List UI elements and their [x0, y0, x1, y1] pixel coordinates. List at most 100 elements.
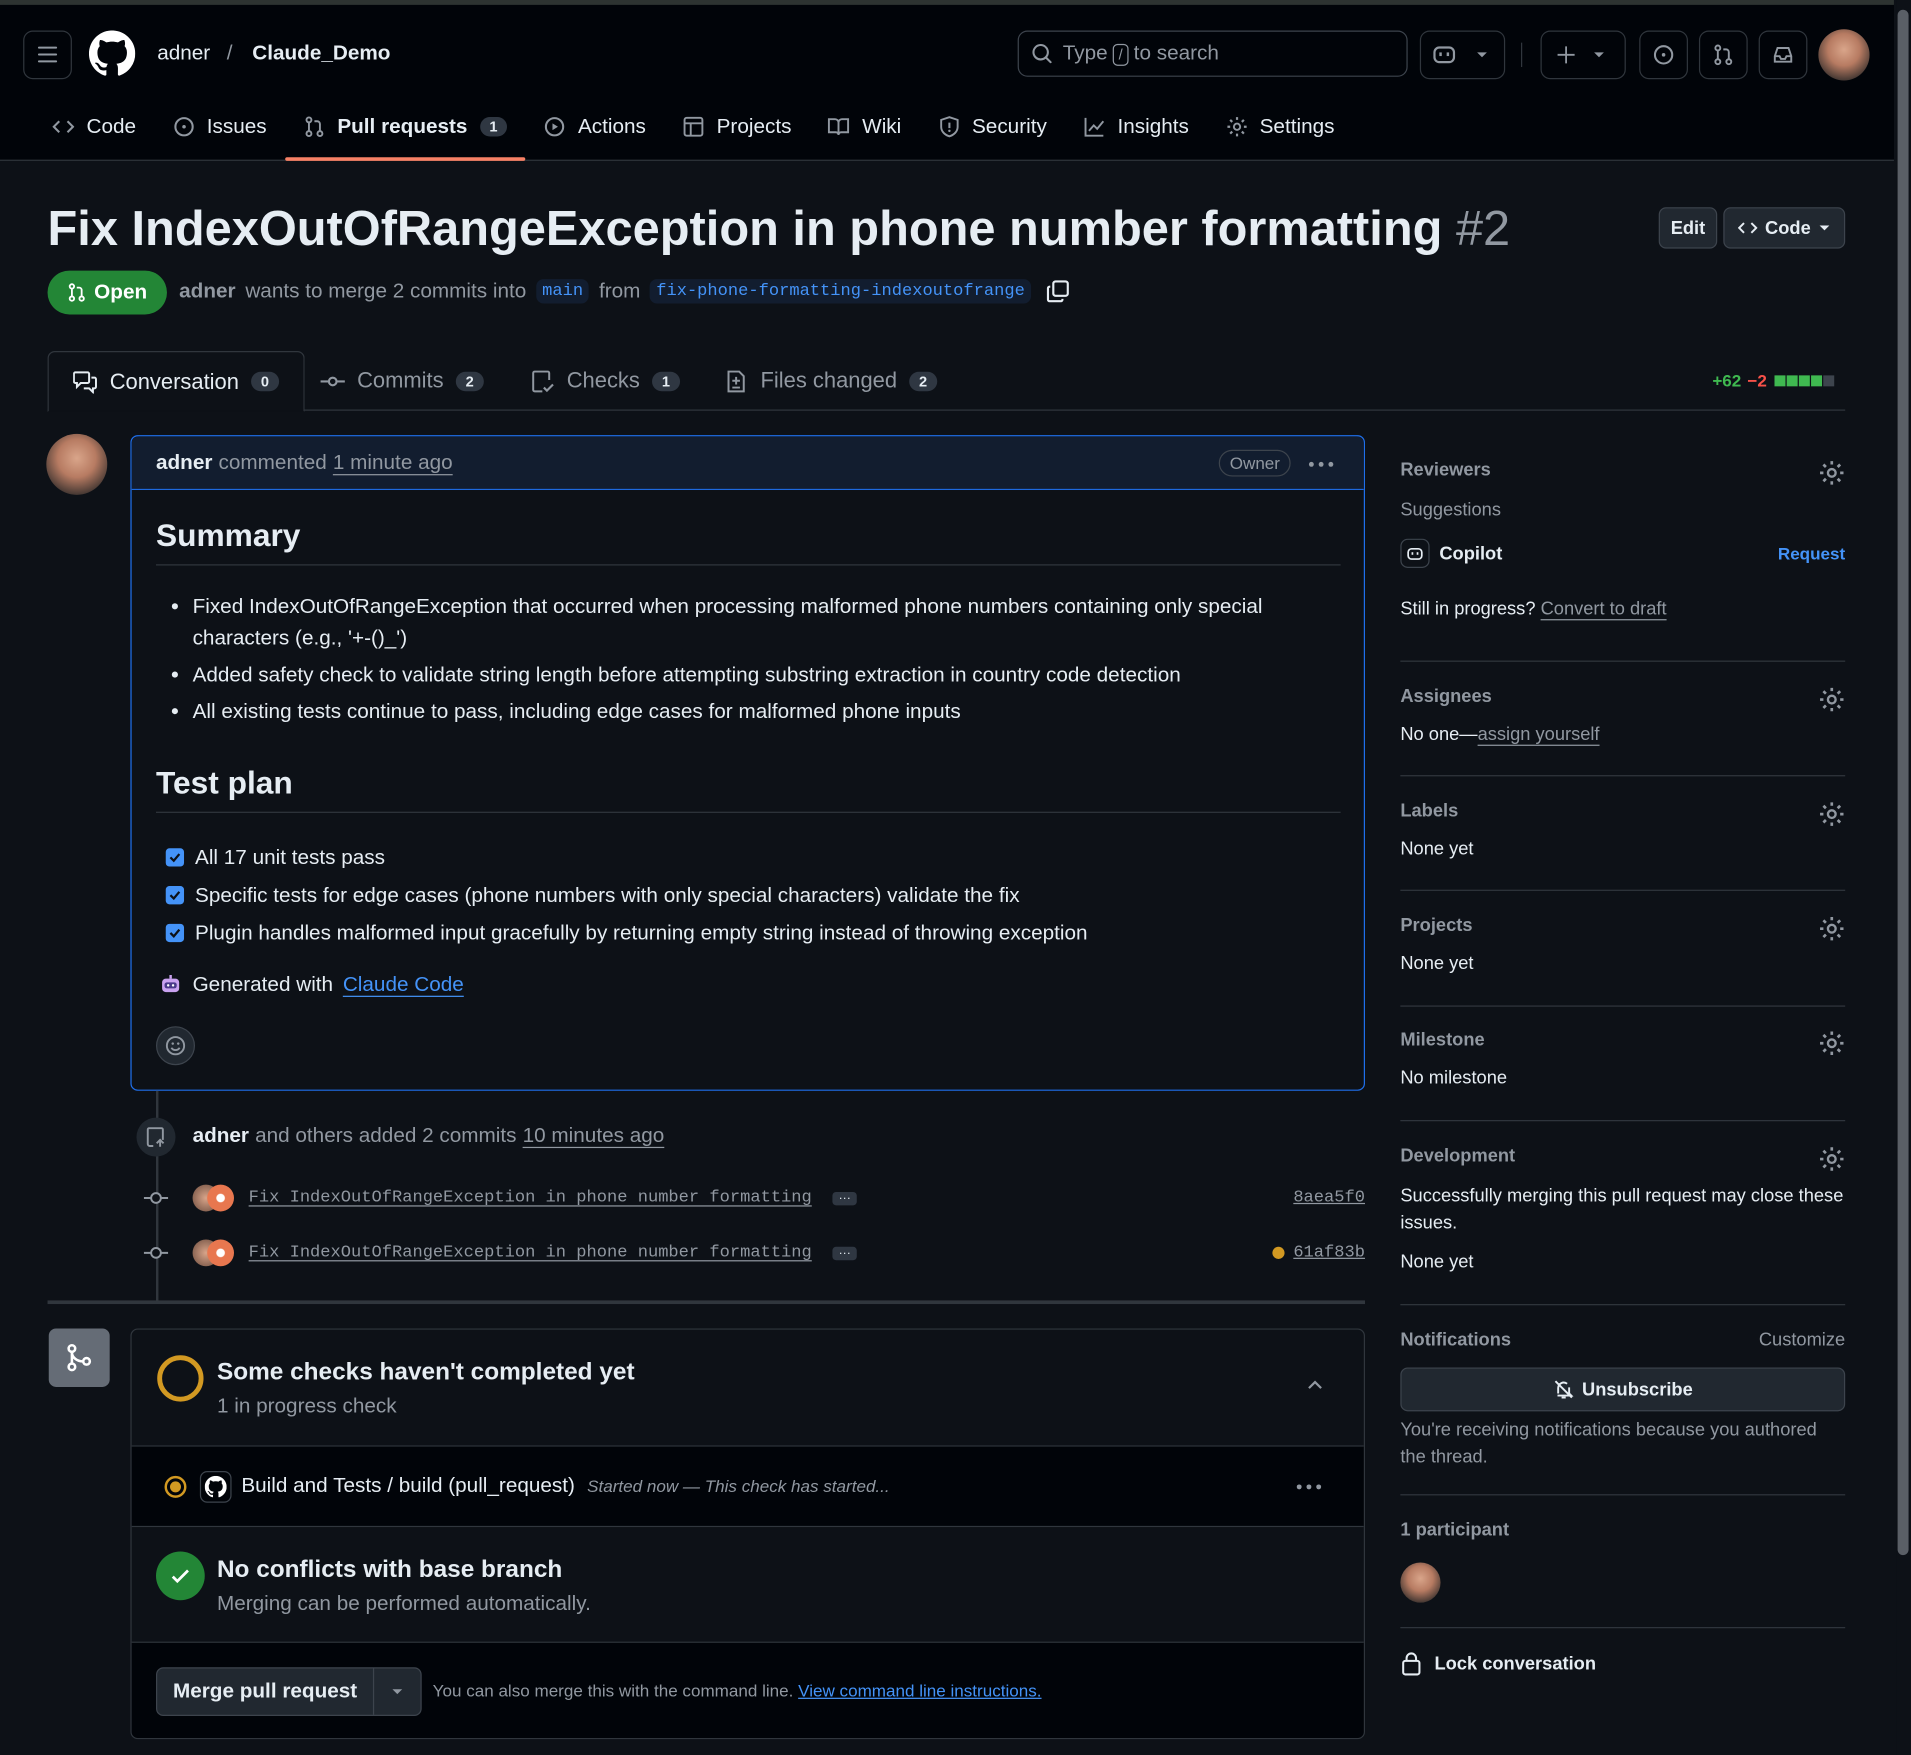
- customize-notifications-link[interactable]: Customize: [1759, 1330, 1845, 1351]
- merge-method-dropdown[interactable]: [374, 1668, 420, 1714]
- tab-label: Code: [86, 114, 137, 138]
- base-branch[interactable]: main: [536, 279, 590, 304]
- convert-to-draft-link[interactable]: Convert to draft: [1541, 598, 1667, 619]
- projects-value: None yet: [1400, 953, 1474, 974]
- chevron-up-icon[interactable]: [1305, 1376, 1325, 1396]
- sidebar-divider: [1400, 1005, 1846, 1007]
- tab-security[interactable]: Security: [920, 102, 1066, 151]
- checks-title: Some checks haven't completed yet: [216, 1358, 635, 1386]
- github-logo-icon[interactable]: [88, 30, 136, 76]
- comment-author[interactable]: adner: [156, 450, 212, 474]
- check-status: Started now — This check has started...: [587, 1475, 890, 1496]
- menu-button[interactable]: [23, 30, 72, 80]
- cli-hint: You can also merge this with the command…: [433, 1681, 1042, 1701]
- pull-requests-button[interactable]: [1698, 30, 1748, 80]
- kebab-horizontal-icon[interactable]: [1308, 461, 1335, 468]
- participant-avatar[interactable]: [1400, 1562, 1441, 1603]
- breadcrumb-owner[interactable]: adner: [157, 41, 210, 65]
- gear-icon[interactable]: [1818, 801, 1845, 828]
- development-heading: Development: [1400, 1145, 1516, 1167]
- checkbox-checked[interactable]: [165, 923, 185, 943]
- search-input[interactable]: Type / to search: [1017, 30, 1408, 77]
- inbox-button[interactable]: [1758, 30, 1808, 80]
- tab-insights[interactable]: Insights: [1065, 102, 1207, 151]
- checkbox-checked[interactable]: [165, 886, 185, 905]
- tab-checks[interactable]: Checks 1: [506, 351, 704, 411]
- copilot-button[interactable]: [1419, 30, 1506, 80]
- commit-message-link[interactable]: Fix IndexOutOfRangeException in phone nu…: [249, 1243, 812, 1263]
- code-dropdown-button[interactable]: Code: [1723, 207, 1846, 249]
- commit-sha[interactable]: 61af83b: [1293, 1243, 1365, 1263]
- tab-issues[interactable]: Issues: [154, 102, 285, 151]
- create-new-button[interactable]: [1540, 30, 1626, 80]
- tab-commits[interactable]: Commits 2: [296, 351, 508, 411]
- kebab-horizontal-icon[interactable]: [1296, 1483, 1323, 1490]
- cli-instructions-link[interactable]: View command line instructions.: [798, 1681, 1041, 1701]
- user-avatar[interactable]: [1818, 29, 1870, 81]
- gear-icon[interactable]: [1818, 1030, 1845, 1057]
- diffstat-bar: [1773, 371, 1834, 391]
- breadcrumb-repo[interactable]: Claude_Demo: [252, 41, 390, 65]
- tab-code[interactable]: Code: [34, 102, 154, 151]
- sidebar-divider: [1400, 660, 1846, 662]
- copy-icon[interactable]: [1046, 279, 1070, 303]
- sidebar-labels: Labels None yet: [1400, 801, 1845, 859]
- commit-message-link[interactable]: Fix IndexOutOfRangeException in phone nu…: [249, 1188, 812, 1208]
- merge-actions: Merge pull request You can also merge th…: [131, 1642, 1364, 1738]
- commits-event: adner and others added 2 commits 10 minu…: [193, 1124, 665, 1148]
- gear-icon[interactable]: [1818, 686, 1845, 713]
- commit-sha[interactable]: 8aea5f0: [1293, 1188, 1365, 1208]
- commits-timestamp[interactable]: 10 minutes ago: [523, 1124, 665, 1148]
- check-run-row[interactable]: Build and Tests / build (pull_request) S…: [131, 1446, 1364, 1528]
- tab-pull-requests[interactable]: Pull requests 1: [284, 102, 527, 161]
- task-label: Plugin handles malformed input gracefull…: [195, 920, 1088, 944]
- edit-title-button[interactable]: Edit: [1658, 207, 1718, 249]
- scrollbar-thumb[interactable]: [1897, 9, 1909, 1556]
- gear-icon[interactable]: [1818, 1146, 1845, 1173]
- tab-label: Pull requests: [337, 114, 468, 138]
- pending-status-dot[interactable]: [1272, 1246, 1285, 1259]
- tab-wiki[interactable]: Wiki: [810, 102, 920, 151]
- merge-pull-request-button[interactable]: Merge pull request: [157, 1668, 375, 1715]
- tab-conversation[interactable]: Conversation 0: [47, 351, 305, 412]
- comment-discussion-icon: [73, 371, 97, 394]
- diffstat[interactable]: +62 −2: [1712, 371, 1834, 391]
- gear-icon[interactable]: [1818, 915, 1845, 942]
- pr-author-link[interactable]: adner: [179, 279, 235, 303]
- sidebar-milestone: Milestone No milestone: [1400, 1030, 1845, 1088]
- lock-conversation-button[interactable]: Lock conversation: [1400, 1651, 1845, 1676]
- summary-heading: Summary: [156, 517, 1341, 566]
- gear-icon[interactable]: [1818, 459, 1845, 486]
- head-branch[interactable]: fix-phone-formatting-indexoutofrange: [650, 279, 1031, 304]
- task-item: All 17 unit tests pass: [165, 839, 1088, 877]
- claude-code-link[interactable]: Claude Code: [343, 973, 464, 997]
- request-review-link[interactable]: Request: [1778, 544, 1845, 564]
- tab-projects[interactable]: Projects: [664, 102, 810, 151]
- assign-yourself-link[interactable]: assign yourself: [1478, 724, 1600, 745]
- commit-icon: [320, 375, 345, 386]
- tab-settings[interactable]: Settings: [1207, 102, 1353, 151]
- checkbox-checked[interactable]: [165, 848, 185, 867]
- count-badge: 0: [251, 371, 279, 392]
- pr-number: #2: [1455, 202, 1511, 256]
- expand-commit-button[interactable]: ···: [832, 1246, 857, 1260]
- projects-heading: Projects: [1400, 915, 1473, 936]
- comment-timestamp[interactable]: 1 minute ago: [333, 450, 453, 474]
- sidebar-divider: [1400, 1304, 1846, 1306]
- add-reaction-button[interactable]: [156, 1026, 195, 1066]
- unsubscribe-button[interactable]: Unsubscribe: [1400, 1367, 1846, 1412]
- tab-files-changed[interactable]: Files changed 2: [700, 351, 962, 411]
- commits-author[interactable]: adner: [193, 1124, 249, 1148]
- play-icon: [545, 117, 565, 137]
- tab-label: Settings: [1259, 114, 1335, 138]
- comment-author-avatar[interactable]: [46, 433, 108, 495]
- tab-actions[interactable]: Actions: [526, 102, 665, 151]
- chevron-down-icon[interactable]: [1476, 49, 1488, 61]
- expand-commit-button[interactable]: ···: [832, 1191, 857, 1205]
- tab-label: Checks: [566, 368, 640, 393]
- pr-tabs: Conversation 0 Commits 2 Checks 1 Files …: [47, 351, 1846, 412]
- issues-button[interactable]: [1639, 30, 1688, 80]
- pull-request-icon: [1714, 44, 1733, 66]
- header-divider: [1521, 42, 1523, 68]
- robot-icon: [162, 975, 180, 993]
